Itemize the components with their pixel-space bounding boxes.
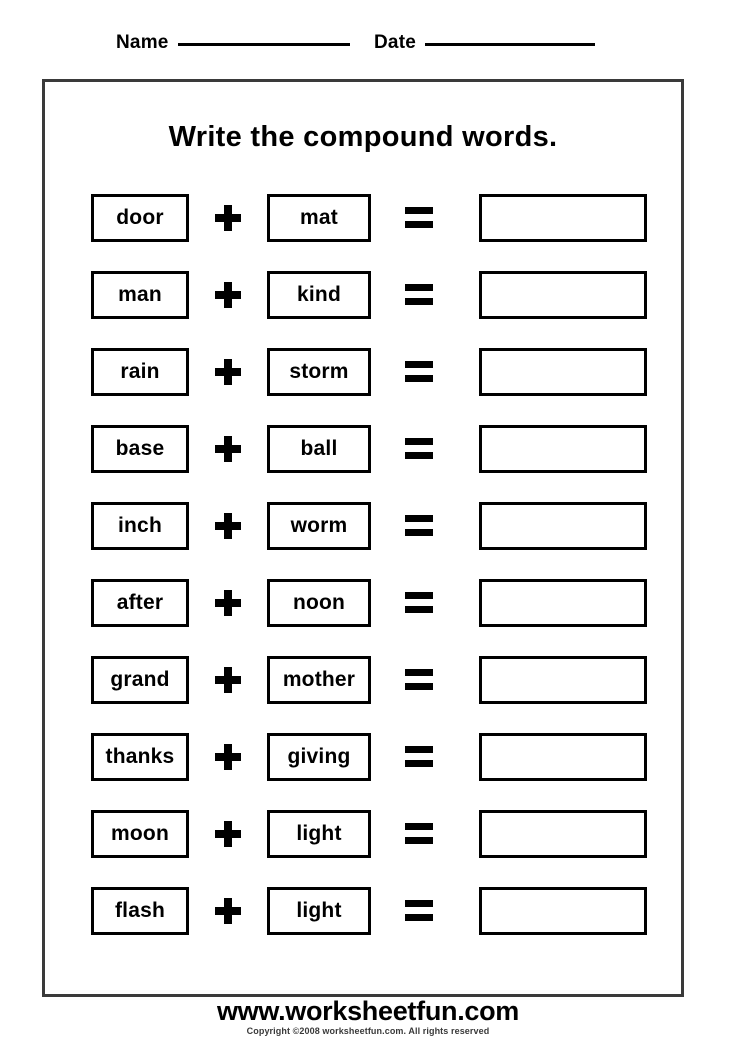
word-box-first: rain <box>91 348 189 396</box>
table-row: inch worm <box>45 502 681 579</box>
word-box-second: storm <box>267 348 371 396</box>
answer-box[interactable] <box>479 887 647 935</box>
word-box-first: flash <box>91 887 189 935</box>
table-row: rain storm <box>45 348 681 425</box>
word-box-second: giving <box>267 733 371 781</box>
word-box-second: kind <box>267 271 371 319</box>
word-box-second: light <box>267 887 371 935</box>
equals-icon <box>405 515 433 536</box>
date-write-line[interactable] <box>424 43 595 46</box>
word-box-first: base <box>91 425 189 473</box>
word-box-first: after <box>91 579 189 627</box>
equals-icon <box>405 361 433 382</box>
plus-icon <box>215 205 241 231</box>
worksheet-frame: Write the compound words. door mat man k… <box>42 79 684 997</box>
worksheet-title: Write the compound words. <box>168 121 558 153</box>
table-row: after noon <box>45 579 681 656</box>
equals-icon <box>405 284 433 305</box>
table-row: grand mother <box>45 656 681 733</box>
answer-box[interactable] <box>479 579 647 627</box>
equals-icon <box>405 823 433 844</box>
table-row: flash light <box>45 887 681 964</box>
word-box-second: ball <box>267 425 371 473</box>
plus-icon <box>215 436 241 462</box>
copyright-text: Copyright ©2008 worksheetfun.com. All ri… <box>246 1026 490 1037</box>
equals-icon <box>405 900 433 921</box>
plus-icon <box>215 359 241 385</box>
table-row: thanks giving <box>45 733 681 810</box>
plus-icon <box>215 744 241 770</box>
table-row: moon light <box>45 810 681 887</box>
word-box-second: noon <box>267 579 371 627</box>
plus-icon <box>215 282 241 308</box>
site-url[interactable]: www.worksheetfun.com <box>0 997 736 1026</box>
page-footer: www.worksheetfun.com Copyright ©2008 wor… <box>0 997 736 1037</box>
compound-word-rows: door mat man kind rain storm base ball i… <box>45 194 681 964</box>
word-box-first: inch <box>91 502 189 550</box>
equals-icon <box>405 592 433 613</box>
name-write-line[interactable] <box>177 43 350 46</box>
table-row: base ball <box>45 425 681 502</box>
equals-icon <box>405 746 433 767</box>
equals-icon <box>405 438 433 459</box>
word-box-first: thanks <box>91 733 189 781</box>
plus-icon <box>215 898 241 924</box>
word-box-second: mat <box>267 194 371 242</box>
answer-box[interactable] <box>479 271 647 319</box>
plus-icon <box>215 590 241 616</box>
table-row: man kind <box>45 271 681 348</box>
answer-box[interactable] <box>479 348 647 396</box>
word-box-first: moon <box>91 810 189 858</box>
answer-box[interactable] <box>479 733 647 781</box>
word-box-second: light <box>267 810 371 858</box>
word-box-first: door <box>91 194 189 242</box>
word-box-second: worm <box>267 502 371 550</box>
word-box-second: mother <box>267 656 371 704</box>
date-label: Date <box>374 32 416 53</box>
equals-icon <box>405 207 433 228</box>
answer-box[interactable] <box>479 425 647 473</box>
date-field[interactable]: Date <box>374 32 595 54</box>
equals-icon <box>405 669 433 690</box>
word-box-first: man <box>91 271 189 319</box>
plus-icon <box>215 513 241 539</box>
answer-box[interactable] <box>479 810 647 858</box>
answer-box[interactable] <box>479 502 647 550</box>
answer-box[interactable] <box>479 656 647 704</box>
word-box-first: grand <box>91 656 189 704</box>
answer-box[interactable] <box>479 194 647 242</box>
table-row: door mat <box>45 194 681 271</box>
plus-icon <box>215 667 241 693</box>
name-field[interactable]: Name <box>116 32 350 54</box>
name-label: Name <box>116 32 169 53</box>
page-header: Name Date <box>0 0 736 72</box>
plus-icon <box>215 821 241 847</box>
